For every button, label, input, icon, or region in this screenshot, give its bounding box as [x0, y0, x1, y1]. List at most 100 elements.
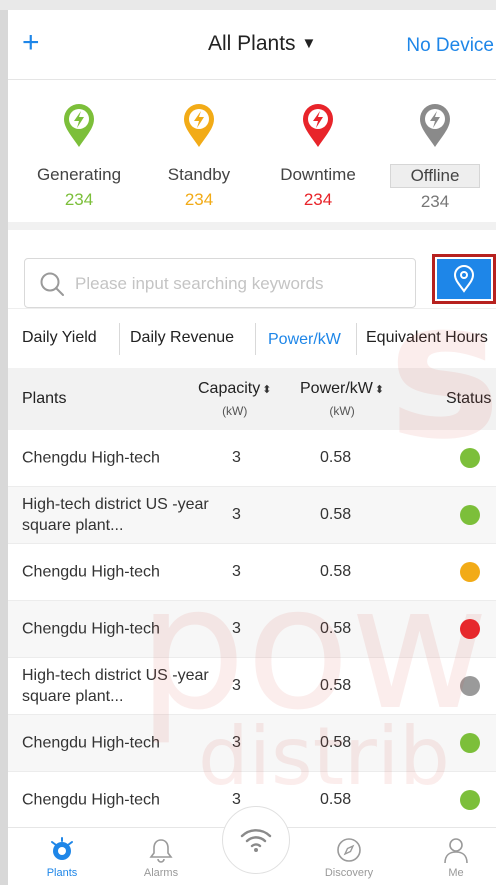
plant-capacity: 3 [232, 620, 241, 637]
search-bar [8, 222, 496, 308]
status-count: 234 [420, 192, 450, 211]
plant-power: 0.58 [320, 791, 352, 808]
user-icon [444, 838, 468, 864]
nav-me[interactable]: Me [421, 836, 491, 879]
page-title: All Plants [208, 32, 296, 55]
status-dot [460, 790, 480, 810]
status-standby[interactable]: Standby 234 [144, 102, 254, 210]
plant-capacity: 3 [232, 449, 241, 466]
status-label: Downtime [280, 165, 356, 184]
plant-list: Chengdu High-tech 3 0.58 High-tech distr… [8, 430, 496, 829]
search-input[interactable] [75, 269, 405, 299]
table-row[interactable]: Chengdu High-tech 3 0.58 [8, 430, 496, 487]
status-downtime[interactable]: Downtime 234 [263, 102, 373, 210]
tab-daily-yield[interactable]: Daily Yield [22, 329, 97, 347]
plants-icon [51, 837, 73, 860]
column-power[interactable]: Power/kW ⬍ (kW) [300, 380, 384, 418]
bolt-pin-icon [417, 102, 453, 148]
plant-capacity: 3 [232, 791, 241, 808]
plant-power: 0.58 [320, 734, 352, 751]
plant-capacity: 3 [232, 563, 241, 580]
search-box[interactable] [24, 258, 416, 308]
status-dot [460, 619, 480, 639]
bolt-pin-icon [61, 102, 97, 148]
table-row[interactable]: Chengdu High-tech 3 0.58 [8, 544, 496, 601]
nav-label: Discovery [324, 867, 374, 879]
tab-daily-revenue[interactable]: Daily Revenue [130, 329, 234, 347]
tab-equivalent-hours[interactable]: Equivalent Hours [366, 329, 488, 347]
sort-icon: ⬍ [262, 384, 272, 396]
table-row[interactable]: High-tech district US -year square plant… [8, 658, 496, 715]
search-icon [40, 272, 64, 296]
table-header: Plants Capacity ⬍ (kW) Power/kW ⬍ (kW) Sta… [8, 368, 496, 430]
tab-divider [356, 323, 357, 355]
bolt-pin-icon [181, 102, 217, 148]
plant-capacity: 3 [232, 506, 241, 523]
nav-discovery[interactable]: Discovery [314, 836, 384, 879]
plant-capacity: 3 [232, 677, 241, 694]
plant-power: 0.58 [320, 677, 352, 694]
plant-name: Chengdu High-tech [22, 791, 160, 809]
bottom-nav: Plants Alarms Discovery Me [8, 806, 496, 885]
nav-label: Me [448, 867, 464, 879]
plant-filter-dropdown[interactable]: All Plants ▼ [208, 32, 316, 56]
bell-icon [149, 839, 173, 863]
left-rail [0, 10, 8, 885]
tab-power[interactable]: Power/kW [268, 331, 341, 349]
no-device-link[interactable]: No Device [406, 35, 494, 57]
column-status: Status [446, 390, 492, 407]
plant-power: 0.58 [320, 506, 352, 523]
plant-name: Chengdu High-tech [22, 449, 160, 467]
plant-name: High-tech district US -year square plant… [22, 496, 209, 534]
status-label: Generating [36, 165, 122, 184]
status-dot [460, 676, 480, 696]
tab-divider [119, 323, 120, 355]
status-label: Offline [389, 164, 481, 188]
status-generating[interactable]: Generating 234 [24, 102, 134, 210]
status-summary: Generating 234 Standby 234 Downtime 234 … [8, 82, 496, 222]
table-row[interactable]: Chengdu High-tech 3 0.58 [8, 715, 496, 772]
table-row[interactable]: High-tech district US -year square plant… [8, 487, 496, 544]
nav-alarms[interactable]: Alarms [126, 836, 196, 879]
metric-tabs: Daily Yield Daily Revenue Power/kW Equiv… [8, 308, 496, 368]
column-capacity[interactable]: Capacity ⬍ (kW) [198, 380, 271, 418]
chevron-down-icon: ▼ [301, 35, 317, 52]
table-row[interactable]: Chengdu High-tech 3 0.58 [8, 601, 496, 658]
status-dot [460, 733, 480, 753]
tab-divider [255, 323, 256, 355]
column-capacity-label: Capacity [198, 380, 261, 397]
status-dot [460, 448, 480, 468]
column-power-label: Power/kW [300, 380, 373, 397]
plant-power: 0.58 [320, 563, 352, 580]
status-dot [460, 505, 480, 525]
wifi-icon [240, 829, 272, 852]
nav-label: Plants [46, 867, 78, 879]
column-plants: Plants [22, 390, 67, 407]
app-header: + All Plants ▼ No Device [8, 10, 496, 80]
status-count: 234 [64, 190, 94, 209]
location-pin-icon [453, 265, 475, 293]
plant-name: High-tech district US -year square plant… [22, 667, 209, 705]
nav-label: Alarms [143, 867, 179, 879]
plant-name: Chengdu High-tech [22, 734, 160, 752]
plant-power: 0.58 [320, 620, 352, 637]
column-capacity-unit: (kW) [222, 404, 248, 418]
bolt-pin-icon [300, 102, 336, 148]
status-dot [460, 562, 480, 582]
wifi-button[interactable] [222, 806, 290, 874]
status-offline[interactable]: Offline 234 [380, 102, 490, 212]
column-power-unit: (kW) [329, 404, 355, 418]
plant-name: Chengdu High-tech [22, 563, 160, 581]
status-count: 234 [303, 190, 333, 209]
status-count: 234 [184, 190, 214, 209]
compass-icon [337, 838, 361, 862]
status-label: Standby [167, 165, 231, 184]
plant-power: 0.58 [320, 449, 352, 466]
plant-name: Chengdu High-tech [22, 620, 160, 638]
app-screen: + All Plants ▼ No Device Generating 234 S… [8, 10, 496, 885]
sort-icon: ⬍ [374, 384, 385, 396]
add-plant-button[interactable]: + [22, 28, 40, 58]
nav-plants[interactable]: Plants [27, 836, 97, 879]
map-view-button[interactable] [432, 254, 496, 304]
plant-capacity: 3 [232, 734, 241, 751]
